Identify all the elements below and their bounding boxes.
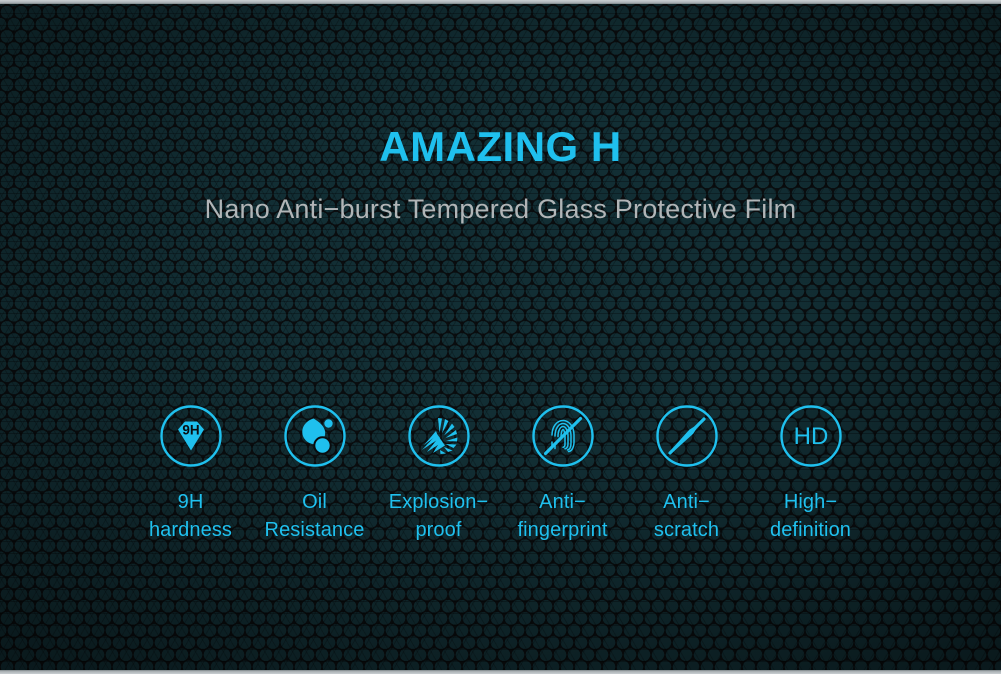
banner-content: AMAZING H Nano Anti−burst Tempered Glass… [0, 0, 1001, 674]
product-subheadline: Nano Anti−burst Tempered Glass Protectiv… [204, 194, 797, 224]
headline-block: AMAZING H Nano Anti−burst Tempered Glass… [0, 126, 1001, 226]
feature-anti-scratch: Anti− scratch [625, 404, 749, 545]
product-banner: AMAZING H Nano Anti−burst Tempered Glass… [0, 0, 1001, 674]
oil-droplet-icon [283, 405, 346, 467]
feature-label-high-definition: High− definition [769, 491, 852, 542]
product-headline: AMAZING H [379, 123, 622, 170]
feature-explosion-proof: Explosion− proof [377, 404, 501, 545]
feature-label-explosion-proof: Explosion− proof [388, 491, 489, 542]
feature-hardness: 9H 9H hardness [129, 404, 253, 545]
feature-label-hardness: 9H hardness [148, 491, 233, 542]
blade-blocked-icon [655, 405, 718, 467]
feature-anti-fingerprint: Anti− fingerprint [501, 404, 625, 545]
feature-oil-resistance: Oil Resistance [253, 404, 377, 545]
diamond-9h-icon: 9H [159, 405, 222, 467]
feature-label-anti-fingerprint: Anti− fingerprint [517, 491, 608, 542]
feature-label-oil-resistance: Oil Resistance [264, 491, 365, 542]
hd-circle-icon: HD [779, 405, 842, 467]
svg-text:9H: 9H [182, 423, 199, 438]
feature-high-definition: HD High− definition [749, 404, 873, 545]
feature-label-anti-scratch: Anti− scratch [653, 491, 720, 542]
svg-text:HD: HD [793, 423, 828, 450]
fingerprint-blocked-icon [531, 405, 594, 467]
shattered-glass-icon [407, 405, 470, 467]
feature-row: 9H 9H hardness Oil Resistance Explosion−… [0, 404, 1001, 545]
